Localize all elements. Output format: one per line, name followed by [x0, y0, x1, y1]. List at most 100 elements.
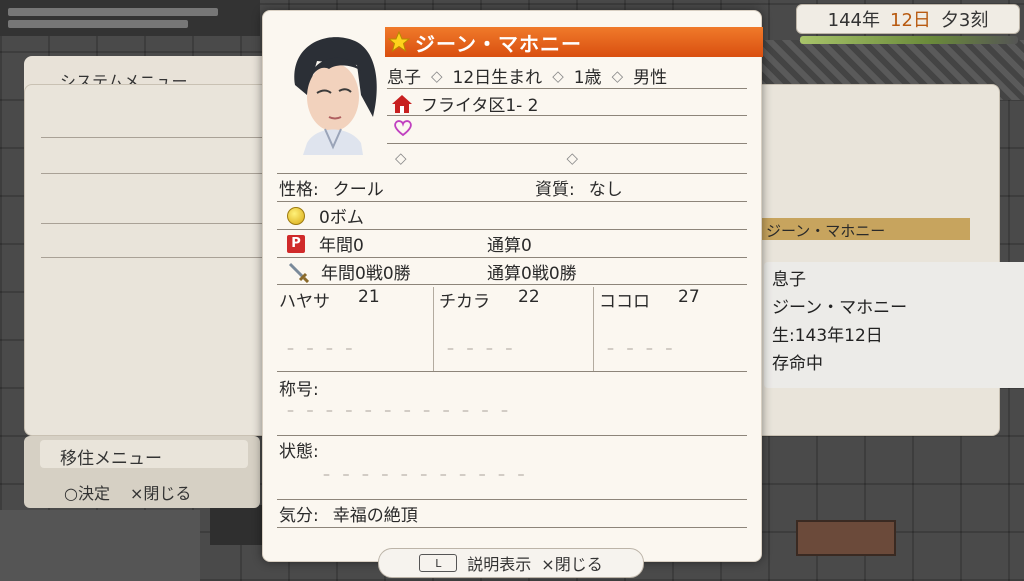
points-total: 通算0 — [487, 236, 532, 256]
menu-divider — [41, 257, 265, 258]
stat-value: 27 — [678, 287, 700, 307]
battles-total: 通算0戦0勝 — [487, 264, 577, 284]
stat-divider — [433, 287, 434, 371]
talent-value: なし — [588, 180, 623, 200]
profile-card: ジーン・マホニー 息子 ◇ 12日生まれ ◇ 1歳 ◇ 男性 フライタ区1- 2… — [262, 10, 763, 562]
mood-value: 幸福の絶頂 — [332, 506, 418, 526]
divider — [387, 88, 747, 89]
talent-label: 資質: — [535, 180, 575, 200]
address-text: フライタ区1- 2 — [421, 96, 539, 116]
personality-value: クール — [332, 180, 384, 200]
year-text: 144年 — [827, 10, 880, 31]
background-furniture — [796, 520, 896, 556]
empty-row: ◇ ◇ — [395, 149, 578, 167]
diamond-icon: ◇ — [431, 66, 443, 85]
money-row: 0ボム — [287, 203, 364, 228]
confirm-hint[interactable]: ○決定 — [64, 480, 110, 504]
mood-row: 気分: 幸福の絶頂 — [279, 501, 418, 526]
stat-value: 21 — [358, 287, 380, 307]
stat-label: ハヤサ — [279, 292, 330, 312]
address-row: フライタ区1- 2 — [391, 91, 539, 116]
menu-divider — [41, 223, 265, 224]
side-panel-info: 息子 ジーン・マホニー 生:143年12日 存命中 — [764, 262, 1024, 388]
stat-divider — [593, 287, 594, 371]
stat-label: チカラ — [439, 292, 490, 312]
stat-gauge: – – – – — [287, 341, 357, 357]
coin-icon — [287, 206, 305, 225]
side-status: 存命中 — [772, 354, 823, 374]
battles-total-row: 通算0戦0勝 — [487, 259, 577, 284]
date-display: 144年 12日 夕3刻 — [796, 4, 1020, 34]
l-button-icon[interactable]: L — [419, 554, 458, 572]
migrate-menu-button[interactable]: 移住メニュー — [40, 440, 248, 469]
state-row: 状態: — [279, 437, 319, 462]
menu-divider — [41, 173, 265, 174]
relation-text: 息子 — [387, 68, 421, 88]
time-text: 夕3刻 — [940, 10, 989, 31]
talent-row: 資質: なし — [535, 175, 623, 200]
personality-label: 性格: — [279, 180, 319, 200]
background-block — [210, 505, 270, 545]
divider — [277, 173, 747, 174]
diamond-icon: ◇ — [395, 149, 407, 167]
divider — [387, 115, 747, 116]
title-label: 称号: — [279, 380, 319, 400]
divider — [277, 229, 747, 230]
stat-power: チカラ 22 — [439, 287, 540, 312]
name-bar: ジーン・マホニー — [385, 27, 763, 57]
mood-label: 気分: — [279, 506, 319, 526]
state-label: 状態: — [279, 442, 319, 462]
points-row: P 年間0 — [287, 231, 364, 256]
house-icon — [392, 94, 412, 113]
title-placeholder: – – – – – – – – – – – – — [287, 403, 512, 419]
sword-icon — [288, 262, 309, 283]
divider — [277, 499, 747, 500]
side-birth: 生:143年12日 — [772, 326, 883, 346]
explain-hint[interactable]: 説明表示 — [467, 551, 531, 575]
divider — [277, 527, 747, 528]
points-icon: P — [287, 234, 305, 253]
day-text: 12日 — [890, 10, 931, 31]
diamond-icon: ◇ — [566, 149, 579, 167]
star-icon — [387, 30, 411, 53]
menu-footer-hint: ○決定 ×閉じる — [64, 480, 191, 504]
stat-spirit: ココロ 27 — [599, 287, 700, 312]
side-relation: 息子 — [772, 270, 806, 290]
stat-label: ココロ — [599, 292, 650, 312]
stat-speed: ハヤサ 21 — [279, 287, 380, 312]
divider — [277, 201, 747, 202]
battle-row: 年間0戦0勝 — [287, 259, 411, 284]
menu-divider — [41, 137, 265, 138]
divider — [277, 257, 747, 258]
heart-icon — [394, 120, 412, 137]
side-panel-name: ジーン・マホニー — [760, 218, 970, 240]
battles-year: 年間0戦0勝 — [321, 264, 411, 284]
control-bar: L 説明表示 ×閉じる — [378, 548, 644, 578]
diamond-icon: ◇ — [552, 66, 564, 85]
divider — [277, 435, 747, 436]
character-name: ジーン・マホニー — [415, 31, 582, 56]
diamond-icon: ◇ — [611, 66, 624, 85]
title-row: 称号: — [279, 375, 319, 400]
stat-value: 22 — [518, 287, 540, 307]
divider — [277, 284, 747, 285]
stat-gauge: – – – – — [607, 341, 677, 357]
birthday-text: 12日生まれ — [452, 68, 543, 88]
relation-row: 息子 ◇ 12日生まれ ◇ 1歳 ◇ 男性 — [387, 63, 668, 89]
personality-row: 性格: クール — [279, 175, 384, 200]
age-text: 1歳 — [573, 68, 602, 88]
points-total-row: 通算0 — [487, 231, 532, 256]
divider — [277, 371, 747, 372]
close-button[interactable]: ×閉じる — [541, 551, 602, 575]
state-placeholder: – – – – – – – – – – – — [323, 467, 529, 483]
background-floor — [0, 510, 200, 581]
divider — [387, 143, 747, 144]
partner-row — [393, 119, 413, 137]
stat-gauge: – – – – — [447, 341, 517, 357]
money-value: 0ボム — [319, 208, 364, 228]
status-bar — [0, 0, 260, 36]
character-portrait — [277, 25, 387, 155]
time-meter — [800, 36, 1018, 44]
close-hint[interactable]: ×閉じる — [130, 480, 191, 504]
gender-text: 男性 — [633, 68, 668, 88]
